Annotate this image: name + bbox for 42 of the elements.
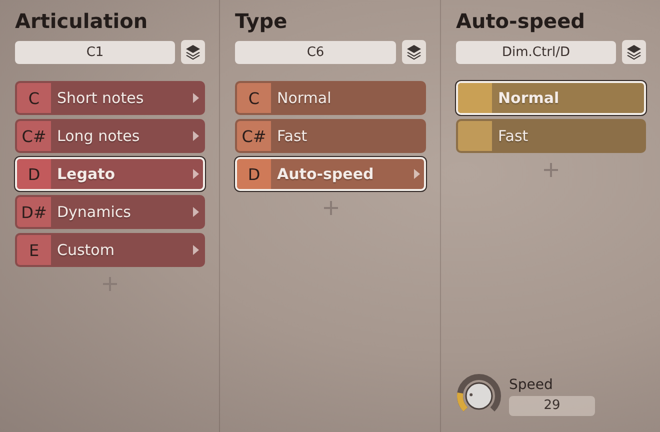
layers-icon	[185, 44, 201, 60]
articulation-item[interactable]: C# Fast	[235, 119, 426, 153]
trigger-field[interactable]: C1	[15, 40, 175, 64]
column-title: Auto-speed	[456, 8, 586, 34]
column-title: Articulation	[15, 8, 149, 34]
articulation-item[interactable]: E Custom	[15, 233, 205, 267]
item-label: Legato	[57, 165, 116, 183]
item-label: Fast	[277, 127, 308, 145]
trigger-field[interactable]: C6	[235, 40, 396, 64]
key-label: C#	[242, 126, 266, 146]
articulation-item[interactable]: D Legato	[15, 157, 205, 191]
articulation-item[interactable]: C Normal	[235, 81, 426, 115]
item-label: Custom	[57, 241, 114, 259]
key-label: D#	[21, 202, 47, 222]
key-label: D	[248, 164, 260, 184]
item-label: Short notes	[57, 89, 144, 107]
item-label: Auto-speed	[277, 165, 374, 183]
knob-value-field[interactable]: 29	[509, 396, 595, 416]
key-label: D	[28, 164, 40, 184]
layers-button[interactable]	[181, 40, 205, 64]
item-label: Normal	[498, 89, 560, 107]
layers-button[interactable]	[402, 40, 426, 64]
layers-icon	[626, 44, 642, 60]
articulation-item[interactable]: D# Dynamics	[15, 195, 205, 229]
articulation-item[interactable]: Normal	[456, 81, 646, 115]
key-label: C	[248, 88, 260, 108]
trigger-field[interactable]: Dim.Ctrl/D	[456, 40, 616, 64]
key-label: E	[28, 240, 40, 260]
layers-button[interactable]	[622, 40, 646, 64]
item-label: Dynamics	[57, 203, 131, 221]
articulation-item[interactable]: Fast	[456, 119, 646, 153]
column-title: Type	[235, 8, 288, 34]
articulation-item[interactable]: D Auto-speed	[235, 157, 426, 191]
item-label: Long notes	[57, 127, 140, 145]
layers-icon	[406, 44, 422, 60]
articulation-item[interactable]: C# Long notes	[15, 119, 205, 153]
item-label: Normal	[277, 89, 332, 107]
key-label: C	[28, 88, 40, 108]
item-label: Fast	[498, 127, 528, 145]
knob-label: Speed	[509, 376, 554, 392]
key-label: C#	[22, 126, 46, 146]
articulation-item[interactable]: C Short notes	[15, 81, 205, 115]
